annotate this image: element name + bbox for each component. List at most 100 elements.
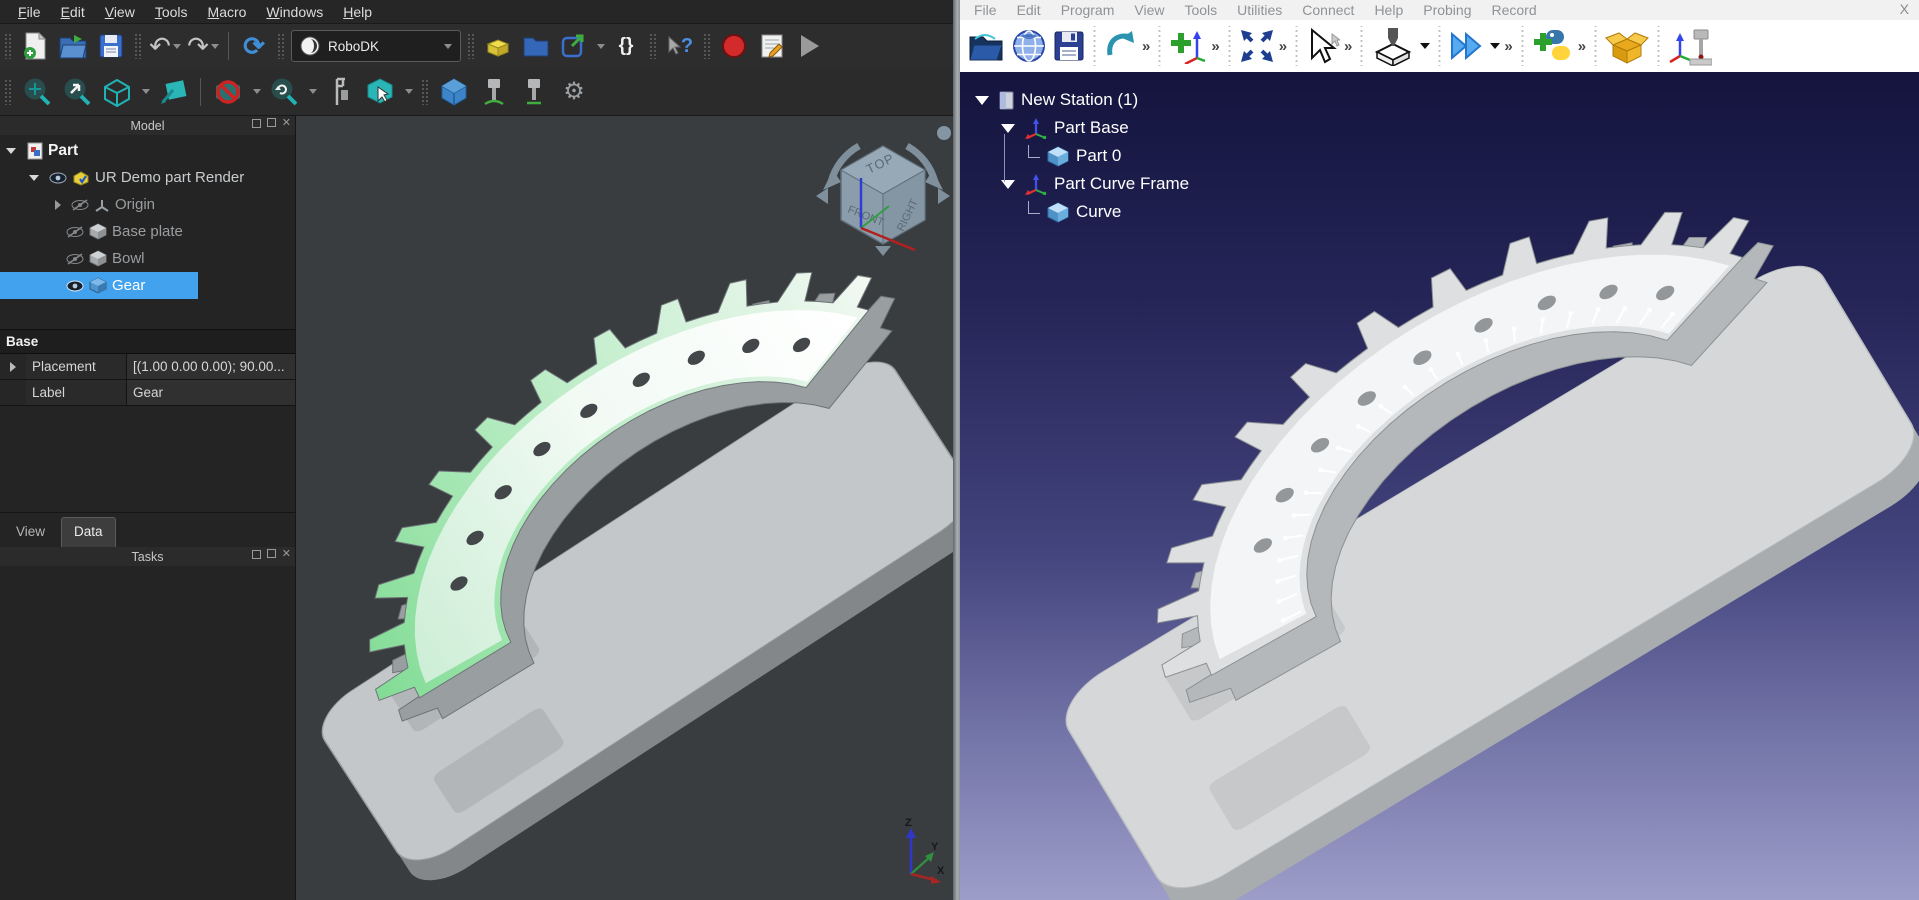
panel-restore-icon[interactable] xyxy=(252,550,261,559)
menu-view[interactable]: View xyxy=(95,2,145,22)
chevron-down-icon[interactable] xyxy=(1490,43,1500,49)
toolbar-grip[interactable] xyxy=(4,33,12,59)
panel-float-icon[interactable] xyxy=(267,549,276,558)
measure-button[interactable] xyxy=(323,75,357,109)
save-button[interactable] xyxy=(94,29,128,63)
open-station-button[interactable] xyxy=(964,24,1008,68)
tree-item-part-base[interactable]: Part Base xyxy=(966,114,1189,142)
expander-icon[interactable] xyxy=(1001,124,1015,133)
menu-utilities[interactable]: Utilities xyxy=(1227,2,1292,18)
menu-tools[interactable]: Tools xyxy=(145,2,198,22)
pan-right-arrow[interactable] xyxy=(938,188,950,204)
toolbar-grip[interactable] xyxy=(134,33,142,59)
menu-record[interactable]: Record xyxy=(1482,2,1547,18)
tab-data[interactable]: Data xyxy=(61,517,116,547)
overflow-chevron[interactable]: » xyxy=(1578,38,1586,55)
menu-view[interactable]: View xyxy=(1124,2,1174,18)
expander-icon[interactable] xyxy=(29,175,39,181)
export-button[interactable] xyxy=(557,29,591,63)
tree-item-ur-demo-part-render[interactable]: UR Demo part Render xyxy=(0,164,295,191)
toolbar-grip[interactable] xyxy=(467,33,475,59)
add-tool-button[interactable] xyxy=(1368,24,1433,68)
overflow-chevron[interactable]: » xyxy=(1279,38,1287,55)
settings-button[interactable]: ⚙ xyxy=(557,75,591,109)
isometric-view-button[interactable] xyxy=(100,75,134,109)
property-value[interactable]: Gear xyxy=(127,380,295,405)
expander-icon[interactable] xyxy=(55,200,61,210)
workbench-selector[interactable]: RoboDK xyxy=(291,30,461,62)
panel-restore-icon[interactable] xyxy=(252,119,261,128)
chevron-down-icon[interactable] xyxy=(1420,43,1430,49)
tree-item-bowl[interactable]: Bowl xyxy=(0,245,295,272)
menu-probing[interactable]: Probing xyxy=(1413,2,1481,18)
record-macro-button[interactable] xyxy=(717,29,751,63)
macro-braces-button[interactable]: {} xyxy=(609,29,643,63)
probe-curve-button[interactable] xyxy=(477,75,511,109)
menu-help[interactable]: Help xyxy=(333,2,382,22)
tree-item-part[interactable]: Part xyxy=(0,137,295,164)
visibility-eye-icon[interactable] xyxy=(66,280,84,292)
fit-all-button[interactable] xyxy=(20,75,54,109)
robodk-3d-viewport[interactable]: New Station (1) Part Base Part 0 xyxy=(960,72,1919,900)
part-workbench-button[interactable] xyxy=(481,29,515,63)
menu-macro[interactable]: Macro xyxy=(198,2,257,22)
probe-point-button[interactable] xyxy=(517,75,551,109)
freecad-3d-viewport[interactable]: TOP FRONT RIGHT Z Y X xyxy=(296,116,953,900)
measure-probe-button[interactable] xyxy=(1665,24,1715,68)
visibility-eye-icon[interactable] xyxy=(49,172,67,184)
package-export-button[interactable] xyxy=(1602,24,1652,68)
menu-file[interactable]: File xyxy=(964,2,1007,18)
panel-float-icon[interactable] xyxy=(267,118,276,127)
pan-left-arrow[interactable] xyxy=(816,188,828,204)
menu-edit[interactable]: Edit xyxy=(51,2,95,22)
chevron-down-icon[interactable] xyxy=(142,89,150,94)
overflow-chevron[interactable]: » xyxy=(1142,38,1150,55)
whats-this-button[interactable]: ? xyxy=(663,29,697,63)
property-row-placement[interactable]: Placement [(1.00 0.00 0.00); 90.00... xyxy=(0,354,295,380)
chevron-down-icon[interactable] xyxy=(597,44,605,49)
toolbar-grip[interactable] xyxy=(703,33,711,59)
toolbar-grip[interactable] xyxy=(649,33,657,59)
menu-edit[interactable]: Edit xyxy=(1007,2,1051,18)
run-macro-button[interactable] xyxy=(793,29,827,63)
zoom-button[interactable] xyxy=(60,75,94,109)
menu-windows[interactable]: Windows xyxy=(256,2,333,22)
expander-icon[interactable] xyxy=(10,362,16,372)
save-station-button[interactable] xyxy=(1050,24,1088,68)
redo-button[interactable]: ↷ xyxy=(186,29,220,63)
property-row-label[interactable]: Label Gear xyxy=(0,380,295,406)
select-cursor-button[interactable]: » xyxy=(1303,24,1355,68)
overflow-chevron[interactable]: » xyxy=(1211,38,1219,55)
new-document-button[interactable] xyxy=(18,29,52,63)
fit-view-button[interactable]: » xyxy=(1236,24,1290,68)
open-document-button[interactable] xyxy=(56,29,90,63)
visibility-hidden-icon[interactable] xyxy=(71,198,89,212)
menu-help[interactable]: Help xyxy=(1364,2,1413,18)
robodk-cube-button[interactable] xyxy=(437,75,471,109)
menu-connect[interactable]: Connect xyxy=(1292,2,1364,18)
selection-view-button[interactable] xyxy=(363,75,397,109)
add-reference-frame-button[interactable]: » xyxy=(1166,24,1222,68)
menu-file[interactable]: File xyxy=(8,2,51,22)
property-value[interactable]: [(1.00 0.00 0.00); 90.00... xyxy=(127,354,295,379)
window-close-button[interactable]: X xyxy=(1900,1,1909,17)
expander-icon[interactable] xyxy=(6,148,16,154)
sketch-view-button[interactable] xyxy=(156,75,190,109)
draw-style-button[interactable] xyxy=(211,75,245,109)
menu-program[interactable]: Program xyxy=(1051,2,1125,18)
chevron-down-icon[interactable] xyxy=(405,89,413,94)
tree-item-base-plate[interactable]: Base plate xyxy=(0,218,295,245)
folder-button[interactable] xyxy=(519,29,553,63)
expander-icon[interactable] xyxy=(975,96,989,105)
visibility-hidden-icon[interactable] xyxy=(66,225,84,239)
toolbar-grip[interactable] xyxy=(277,33,285,59)
sync-view-button[interactable] xyxy=(267,75,301,109)
perspective-toggle[interactable] xyxy=(937,126,951,140)
pan-down-arrow[interactable] xyxy=(875,246,891,256)
navigation-cube[interactable]: TOP FRONT RIGHT xyxy=(813,120,953,260)
visibility-hidden-icon[interactable] xyxy=(66,252,84,266)
overflow-chevron[interactable]: » xyxy=(1504,38,1512,55)
undo-button[interactable]: » xyxy=(1101,24,1153,68)
chevron-down-icon[interactable] xyxy=(253,89,261,94)
chevron-down-icon[interactable] xyxy=(309,89,317,94)
